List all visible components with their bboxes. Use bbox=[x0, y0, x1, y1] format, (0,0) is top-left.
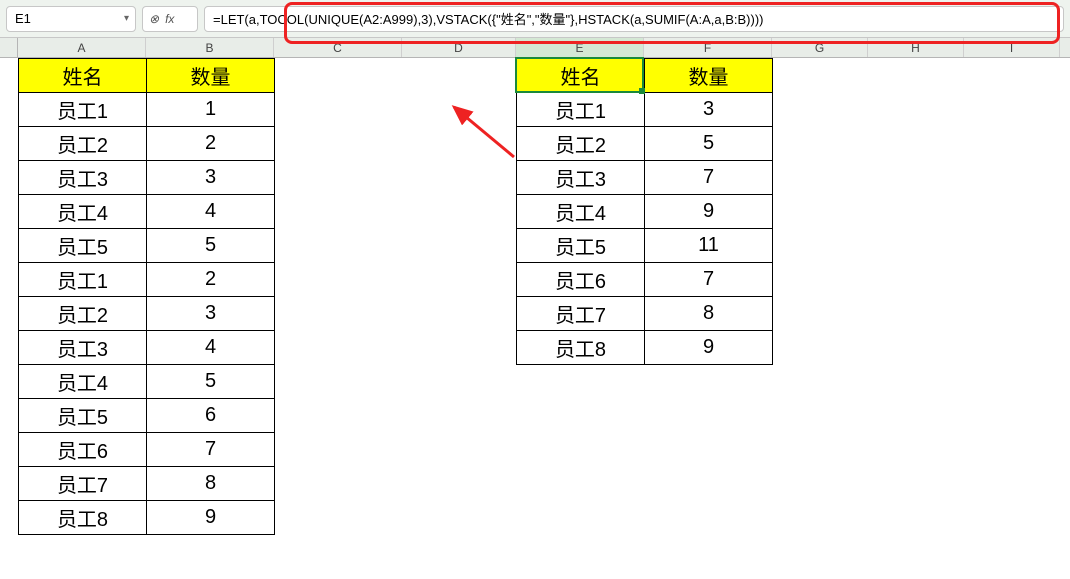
table-header-row: 姓名 数量 bbox=[517, 59, 773, 93]
cell-qty[interactable]: 4 bbox=[147, 331, 275, 365]
formula-input[interactable] bbox=[211, 10, 1057, 27]
col-header-B[interactable]: B bbox=[146, 38, 274, 57]
cell-name[interactable]: 员工2 bbox=[19, 127, 147, 161]
table-row: 员工23 bbox=[19, 297, 275, 331]
table-row: 员工56 bbox=[19, 399, 275, 433]
cell-name[interactable]: 员工1 bbox=[19, 93, 147, 127]
source-data-table: 姓名 数量 员工11员工22员工33员工44员工55员工12员工23员工34员工… bbox=[18, 58, 275, 535]
table-row: 员工22 bbox=[19, 127, 275, 161]
spreadsheet-grid[interactable]: 姓名 数量 员工11员工22员工33员工44员工55员工12员工23员工34员工… bbox=[0, 58, 1070, 579]
cell-qty[interactable]: 5 bbox=[147, 229, 275, 263]
header-qty[interactable]: 数量 bbox=[645, 59, 773, 93]
cell-qty[interactable]: 7 bbox=[645, 263, 773, 297]
fx-icon[interactable]: fx bbox=[165, 12, 174, 26]
cell-qty[interactable]: 9 bbox=[645, 195, 773, 229]
table-row: 员工89 bbox=[19, 501, 275, 535]
cell-name[interactable]: 员工1 bbox=[19, 263, 147, 297]
col-header-A[interactable]: A bbox=[18, 38, 146, 57]
table-row: 员工78 bbox=[517, 297, 773, 331]
cell-name[interactable]: 员工1 bbox=[517, 93, 645, 127]
cell-qty[interactable]: 2 bbox=[147, 127, 275, 161]
cell-name[interactable]: 员工2 bbox=[517, 127, 645, 161]
table-row: 员工25 bbox=[517, 127, 773, 161]
col-header-H[interactable]: H bbox=[868, 38, 964, 57]
table-row: 员工78 bbox=[19, 467, 275, 501]
col-header-C[interactable]: C bbox=[274, 38, 402, 57]
cell-qty[interactable]: 7 bbox=[645, 161, 773, 195]
col-header-E[interactable]: E bbox=[516, 38, 644, 57]
table-row: 员工13 bbox=[517, 93, 773, 127]
result-data-table: 姓名 数量 员工13员工25员工37员工49员工511员工67员工78员工89 bbox=[516, 58, 773, 365]
cell-qty[interactable]: 3 bbox=[147, 297, 275, 331]
cell-qty[interactable]: 8 bbox=[147, 467, 275, 501]
table-row: 员工89 bbox=[517, 331, 773, 365]
cell-qty[interactable]: 5 bbox=[645, 127, 773, 161]
table-row: 员工11 bbox=[19, 93, 275, 127]
cell-name[interactable]: 员工5 bbox=[19, 399, 147, 433]
cell-name[interactable]: 员工8 bbox=[19, 501, 147, 535]
cell-qty[interactable]: 7 bbox=[147, 433, 275, 467]
cancel-icon[interactable]: ⊗ bbox=[149, 12, 159, 26]
cell-qty[interactable]: 4 bbox=[147, 195, 275, 229]
cell-name[interactable]: 员工6 bbox=[19, 433, 147, 467]
cell-name[interactable]: 员工4 bbox=[19, 195, 147, 229]
cell-name[interactable]: 员工6 bbox=[517, 263, 645, 297]
cell-qty[interactable]: 6 bbox=[147, 399, 275, 433]
header-name[interactable]: 姓名 bbox=[19, 59, 147, 93]
table-row: 员工511 bbox=[517, 229, 773, 263]
cell-qty[interactable]: 9 bbox=[645, 331, 773, 365]
col-header-G[interactable]: G bbox=[772, 38, 868, 57]
col-header-D[interactable]: D bbox=[402, 38, 516, 57]
header-qty[interactable]: 数量 bbox=[147, 59, 275, 93]
chevron-down-icon[interactable]: ▾ bbox=[124, 13, 129, 24]
table-row: 员工45 bbox=[19, 365, 275, 399]
table-row: 员工12 bbox=[19, 263, 275, 297]
cell-name[interactable]: 员工4 bbox=[19, 365, 147, 399]
formula-bar[interactable] bbox=[204, 6, 1064, 32]
col-header-I[interactable]: I bbox=[964, 38, 1060, 57]
header-name[interactable]: 姓名 bbox=[517, 59, 645, 93]
cell-name[interactable]: 员工3 bbox=[19, 161, 147, 195]
table-row: 员工67 bbox=[517, 263, 773, 297]
cell-qty[interactable]: 5 bbox=[147, 365, 275, 399]
cell-name[interactable]: 员工7 bbox=[517, 297, 645, 331]
table-row: 员工44 bbox=[19, 195, 275, 229]
cell-qty[interactable]: 9 bbox=[147, 501, 275, 535]
name-box[interactable]: ▾ bbox=[6, 6, 136, 32]
select-all-corner[interactable] bbox=[0, 38, 18, 57]
cell-qty[interactable]: 3 bbox=[645, 93, 773, 127]
table-row: 员工49 bbox=[517, 195, 773, 229]
formula-bar-row: ▾ ⊗ fx bbox=[0, 0, 1070, 38]
table-row: 员工55 bbox=[19, 229, 275, 263]
cell-name[interactable]: 员工4 bbox=[517, 195, 645, 229]
table-row: 员工67 bbox=[19, 433, 275, 467]
name-box-input[interactable] bbox=[13, 10, 83, 27]
col-header-F[interactable]: F bbox=[644, 38, 772, 57]
cell-name[interactable]: 员工5 bbox=[517, 229, 645, 263]
table-header-row: 姓名 数量 bbox=[19, 59, 275, 93]
table-row: 员工37 bbox=[517, 161, 773, 195]
column-headers: A B C D E F G H I bbox=[0, 38, 1070, 58]
cell-name[interactable]: 员工5 bbox=[19, 229, 147, 263]
cell-qty[interactable]: 2 bbox=[147, 263, 275, 297]
table-row: 员工33 bbox=[19, 161, 275, 195]
cell-qty[interactable]: 11 bbox=[645, 229, 773, 263]
cell-name[interactable]: 员工2 bbox=[19, 297, 147, 331]
cell-name[interactable]: 员工7 bbox=[19, 467, 147, 501]
cell-qty[interactable]: 8 bbox=[645, 297, 773, 331]
cell-name[interactable]: 员工3 bbox=[19, 331, 147, 365]
cell-qty[interactable]: 3 bbox=[147, 161, 275, 195]
fx-button-zone: ⊗ fx bbox=[142, 6, 198, 32]
cell-name[interactable]: 员工8 bbox=[517, 331, 645, 365]
cell-qty[interactable]: 1 bbox=[147, 93, 275, 127]
table-row: 员工34 bbox=[19, 331, 275, 365]
cell-name[interactable]: 员工3 bbox=[517, 161, 645, 195]
